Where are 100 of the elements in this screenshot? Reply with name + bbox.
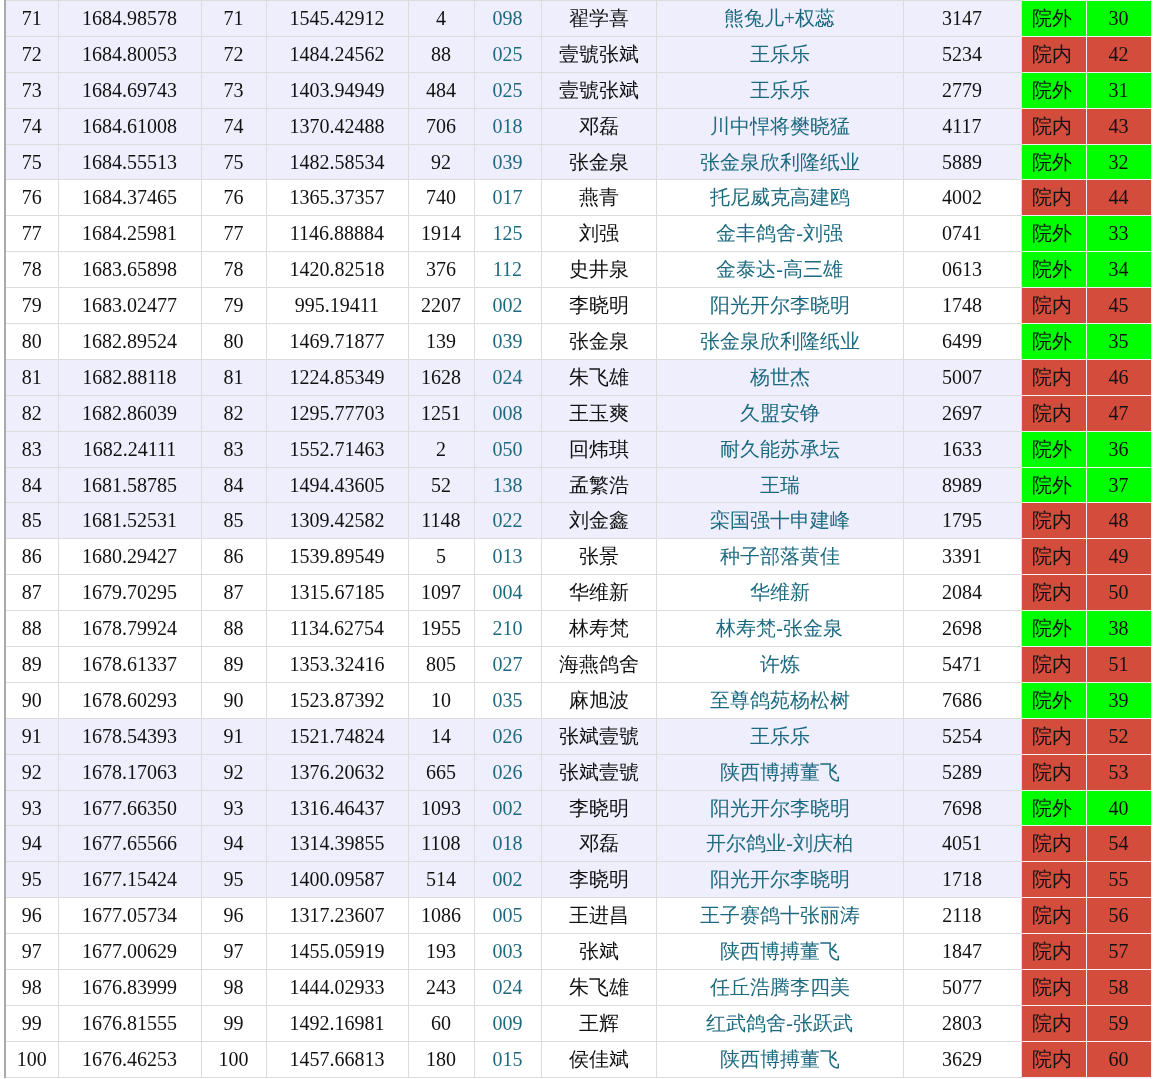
table-cell: 5 — [408, 538, 474, 575]
table-cell: 4051 — [903, 826, 1021, 862]
table-cell: 院外 — [1021, 144, 1086, 180]
table-cell: 1677.66350 — [58, 790, 201, 826]
table-cell: 1455.05919 — [266, 933, 408, 970]
table-cell: 院外 — [1021, 682, 1086, 719]
table-cell: 88 — [201, 610, 266, 647]
table-cell: 1309.42582 — [266, 502, 408, 539]
table-cell: 95 — [5, 861, 58, 898]
table-cell: 1679.70295 — [58, 574, 201, 611]
table-cell: 金丰鸽舍-刘强 — [656, 215, 903, 252]
table-cell: 院内 — [1021, 287, 1086, 324]
table-cell: 2779 — [903, 72, 1021, 109]
table-cell: 88 — [5, 610, 58, 647]
table-cell: 红武鸽舍-张跃武 — [656, 1005, 903, 1042]
table-cell: 1086 — [408, 897, 474, 934]
table-cell: 84 — [201, 467, 266, 503]
table-cell: 2118 — [903, 897, 1021, 934]
table-cell: 39 — [1086, 682, 1151, 719]
table-cell: 1494.43605 — [266, 467, 408, 503]
table-cell: 48 — [1086, 502, 1151, 539]
table-cell: 院内 — [1021, 861, 1086, 898]
table-cell: 1677.05734 — [58, 897, 201, 934]
table-cell: 7698 — [903, 790, 1021, 826]
table-cell: 1678.79924 — [58, 610, 201, 647]
table-cell: 138 — [474, 467, 541, 503]
table-cell: 壹號张斌 — [541, 36, 656, 73]
table-cell: 75 — [5, 144, 58, 180]
table-cell: 40 — [1086, 790, 1151, 826]
table-cell: 5077 — [903, 969, 1021, 1006]
table-cell: 阳光开尔李晓明 — [656, 861, 903, 898]
table-cell: 燕青 — [541, 179, 656, 216]
table-cell: 1444.02933 — [266, 969, 408, 1006]
table-cell: 院内 — [1021, 754, 1086, 791]
table-cell: 王子赛鸽十张丽涛 — [656, 897, 903, 934]
table-cell: 1097 — [408, 574, 474, 611]
table-cell: 1718 — [903, 861, 1021, 898]
table-cell: 1400.09587 — [266, 861, 408, 898]
table-cell: 陕西博搏董飞 — [656, 754, 903, 791]
table-cell: 59 — [1086, 1005, 1151, 1042]
table-cell: 10 — [408, 682, 474, 719]
table-cell: 95 — [201, 861, 266, 898]
table-cell: 52 — [1086, 718, 1151, 755]
table-cell: 80 — [5, 323, 58, 360]
table-cell: 孟繁浩 — [541, 467, 656, 503]
table-cell: 018 — [474, 826, 541, 862]
table-cell: 027 — [474, 646, 541, 683]
table-cell: 1680.29427 — [58, 538, 201, 575]
table-cell: 79 — [201, 287, 266, 324]
table-cell: 5234 — [903, 36, 1021, 73]
table-cell: 1682.24111 — [58, 431, 201, 468]
table-cell: 100 — [201, 1041, 266, 1078]
table-cell: 林寿梵-张金泉 — [656, 610, 903, 647]
table-cell: 73 — [201, 72, 266, 109]
table-cell: 金泰达-高三雄 — [656, 251, 903, 288]
table-cell: 院内 — [1021, 395, 1086, 432]
table-cell: 81 — [5, 359, 58, 396]
table-cell: 2697 — [903, 395, 1021, 432]
table-cell: 92 — [408, 144, 474, 180]
table-cell: 3629 — [903, 1041, 1021, 1078]
table-cell: 83 — [5, 431, 58, 468]
table-cell: 王玉爽 — [541, 395, 656, 432]
table-cell: 邓磊 — [541, 826, 656, 862]
table-cell: 76 — [5, 179, 58, 216]
table-cell: 1492.16981 — [266, 1005, 408, 1042]
table-cell: 52 — [408, 467, 474, 503]
table-cell: 44 — [1086, 179, 1151, 216]
table-cell: 侯佳斌 — [541, 1041, 656, 1078]
table-cell: 院外 — [1021, 467, 1086, 503]
table-cell: 回炜琪 — [541, 431, 656, 468]
table-cell: 31 — [1086, 72, 1151, 109]
table-cell: 林寿梵 — [541, 610, 656, 647]
table-cell: 82 — [201, 395, 266, 432]
table-cell: 1134.62754 — [266, 610, 408, 647]
table-cell: 94 — [201, 826, 266, 862]
table-cell: 36 — [1086, 431, 1151, 468]
table-cell: 张金泉 — [541, 323, 656, 360]
table-cell: 院外 — [1021, 72, 1086, 109]
table-cell: 484 — [408, 72, 474, 109]
table-cell: 0741 — [903, 215, 1021, 252]
table-cell: 49 — [1086, 538, 1151, 575]
table-cell: 002 — [474, 861, 541, 898]
table-cell: 71 — [201, 0, 266, 37]
table-cell: 4117 — [903, 108, 1021, 145]
table-cell: 97 — [5, 933, 58, 970]
table-cell: 1370.42488 — [266, 108, 408, 145]
table-cell: 38 — [1086, 610, 1151, 647]
table-cell: 99 — [201, 1005, 266, 1042]
table-cell: 34 — [1086, 251, 1151, 288]
table-cell: 0613 — [903, 251, 1021, 288]
table-cell: 海燕鸽舍 — [541, 646, 656, 683]
table-cell: 050 — [474, 431, 541, 468]
table-cell: 2 — [408, 431, 474, 468]
table-cell: 张金泉欣利隆纸业 — [656, 144, 903, 180]
table-cell: 85 — [5, 502, 58, 539]
table-cell: 93 — [5, 790, 58, 826]
table-cell: 82 — [5, 395, 58, 432]
table-cell: 5889 — [903, 144, 1021, 180]
table-cell: 1676.81555 — [58, 1005, 201, 1042]
table-cell: 995.19411 — [266, 287, 408, 324]
